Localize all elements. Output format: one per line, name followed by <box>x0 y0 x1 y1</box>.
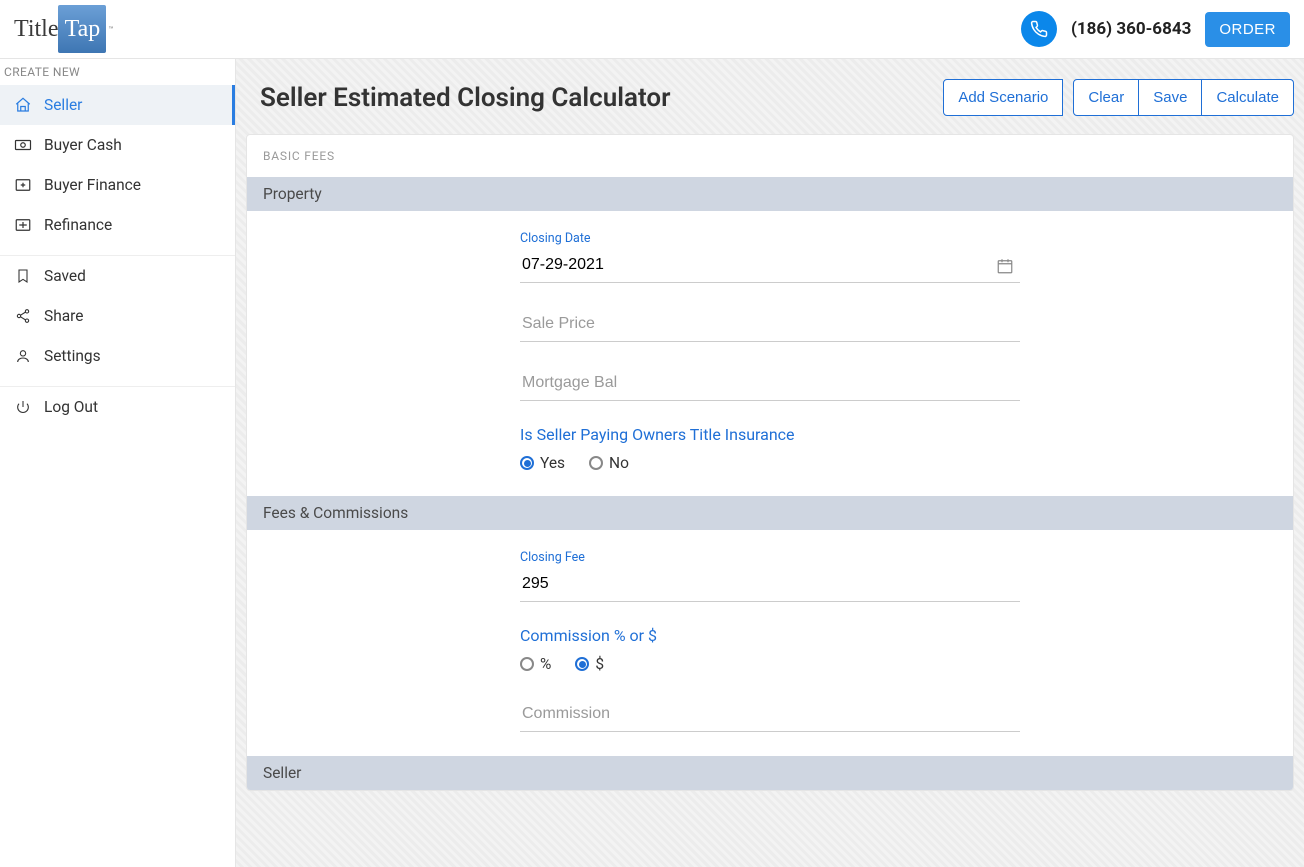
title-ins-yes-radio[interactable]: Yes <box>520 454 565 472</box>
radio-unselected-icon <box>589 456 603 470</box>
finance-icon <box>14 176 32 194</box>
calculator-card: BASIC FEES Property Closing Date <box>246 134 1294 791</box>
sidebar-item-saved[interactable]: Saved <box>0 256 235 296</box>
sidebar-item-label: Buyer Finance <box>44 176 141 194</box>
action-bar: Add Scenario Clear Save Calculate <box>943 79 1294 116</box>
basic-fees-label: BASIC FEES <box>247 135 1293 177</box>
radio-label: Yes <box>540 454 565 472</box>
cash-icon <box>14 136 32 154</box>
sidebar-item-seller[interactable]: Seller <box>0 85 235 125</box>
user-icon <box>14 348 32 364</box>
house-icon <box>14 96 32 114</box>
mortgage-bal-input[interactable] <box>520 366 1020 401</box>
fees-section-heading: Fees & Commissions <box>247 496 1293 530</box>
sidebar-heading: CREATE NEW <box>0 59 235 85</box>
sidebar-item-label: Saved <box>44 267 86 285</box>
logo-box: Tap <box>58 5 106 53</box>
logo-text-1: Title <box>14 16 58 43</box>
sidebar-item-label: Buyer Cash <box>44 136 122 154</box>
sidebar-item-share[interactable]: Share <box>0 296 235 336</box>
commission-dollar-radio[interactable]: $ <box>575 655 604 673</box>
closing-fee-input[interactable] <box>520 567 1020 602</box>
clear-button[interactable]: Clear <box>1073 79 1139 116</box>
commission-type-question: Commission % or $ <box>520 626 1020 645</box>
radio-selected-icon <box>520 456 534 470</box>
app-header: Title Tap ™ (186) 360-6843 ORDER <box>0 0 1304 59</box>
power-icon <box>14 399 32 415</box>
sidebar-item-label: Refinance <box>44 216 112 234</box>
seller-section-heading: Seller <box>247 756 1293 790</box>
sidebar-item-refinance[interactable]: Refinance <box>0 205 235 245</box>
logo[interactable]: Title Tap ™ <box>14 5 114 53</box>
radio-unselected-icon <box>520 657 534 671</box>
sidebar-item-label: Seller <box>44 96 82 114</box>
radio-label: No <box>609 454 629 472</box>
title-ins-no-radio[interactable]: No <box>589 454 629 472</box>
commission-input[interactable] <box>520 697 1020 732</box>
closing-date-input[interactable] <box>520 248 1020 283</box>
sidebar-item-label: Share <box>44 307 84 325</box>
add-scenario-button[interactable]: Add Scenario <box>943 79 1063 116</box>
radio-label: % <box>540 655 551 673</box>
calendar-icon[interactable] <box>996 257 1014 275</box>
closing-fee-label: Closing Fee <box>520 550 1020 565</box>
commission-percent-radio[interactable]: % <box>520 655 551 673</box>
order-button[interactable]: ORDER <box>1205 12 1290 47</box>
phone-icon[interactable] <box>1021 11 1057 47</box>
save-button[interactable]: Save <box>1139 79 1202 116</box>
sidebar-item-label: Log Out <box>44 398 98 416</box>
sidebar: CREATE NEW Seller Buyer Cash Buyer Finan… <box>0 59 236 867</box>
page-title: Seller Estimated Closing Calculator <box>260 83 670 113</box>
title-insurance-question: Is Seller Paying Owners Title Insurance <box>520 425 1020 444</box>
radio-label: $ <box>595 655 604 673</box>
sidebar-item-logout[interactable]: Log Out <box>0 387 235 427</box>
closing-date-label: Closing Date <box>520 231 1020 246</box>
refinance-icon <box>14 216 32 234</box>
header-right: (186) 360-6843 ORDER <box>1021 11 1290 47</box>
sale-price-input[interactable] <box>520 307 1020 342</box>
sidebar-item-buyer-finance[interactable]: Buyer Finance <box>0 165 235 205</box>
property-section-heading: Property <box>247 177 1293 211</box>
calculate-button[interactable]: Calculate <box>1202 79 1294 116</box>
bookmark-icon <box>14 268 32 284</box>
sidebar-item-label: Settings <box>44 347 101 365</box>
phone-number[interactable]: (186) 360-6843 <box>1071 19 1191 39</box>
sidebar-item-settings[interactable]: Settings <box>0 336 235 376</box>
logo-trademark: ™ <box>108 25 113 34</box>
radio-selected-icon <box>575 657 589 671</box>
sidebar-item-buyer-cash[interactable]: Buyer Cash <box>0 125 235 165</box>
share-icon <box>14 308 32 324</box>
main-content: Seller Estimated Closing Calculator Add … <box>236 59 1304 867</box>
